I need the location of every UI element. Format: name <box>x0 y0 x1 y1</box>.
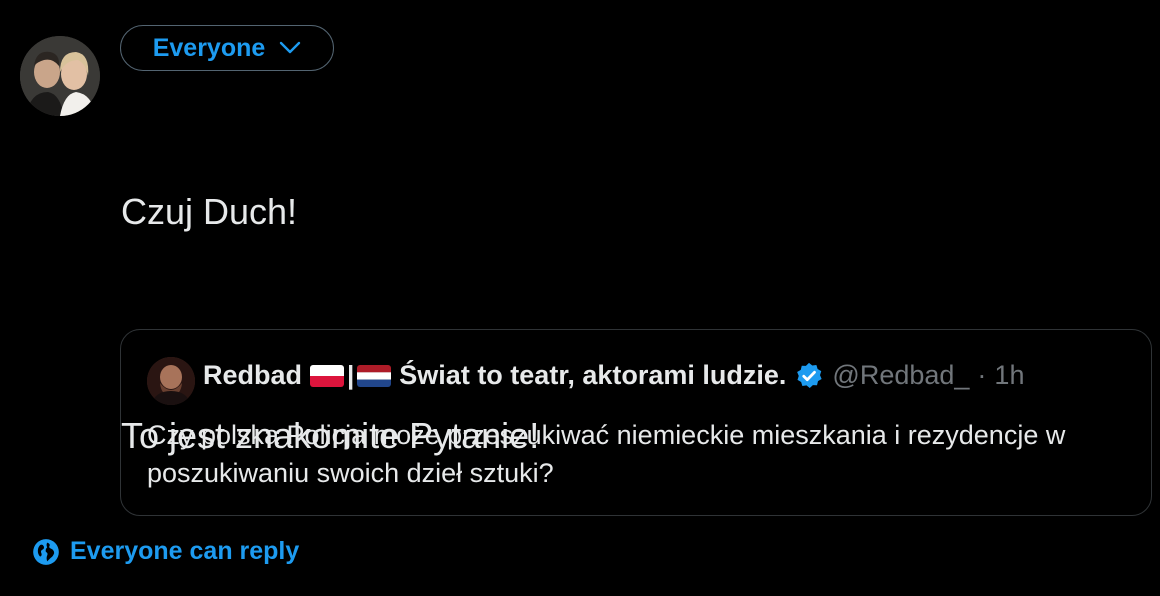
dot-separator: · <box>977 360 987 390</box>
tweet-text-line: Czuj Duch! <box>121 191 298 232</box>
audience-selector-button[interactable]: Everyone <box>120 25 334 71</box>
quoted-tweet-header: Redbad | Świat to teatr, aktorami ludzie… <box>203 360 1131 391</box>
verified-badge-icon <box>797 362 823 388</box>
quoted-tweet-body: Czy polska Policja może przeszukiwać nie… <box>147 420 1066 488</box>
audience-label: Everyone <box>152 33 266 62</box>
quoted-author-tagline: Świat to teatr, aktorami ludzie. <box>399 360 787 390</box>
quoted-tweet-time: 1h <box>994 360 1025 390</box>
quoted-author-avatar <box>147 357 195 405</box>
reply-settings-label: Everyone can reply <box>70 537 300 565</box>
user-avatar-image <box>20 36 100 116</box>
quoted-tweet-card[interactable]: Redbad | Świat to teatr, aktorami ludzie… <box>120 329 1152 516</box>
reply-settings-button[interactable]: Everyone can reply <box>32 537 299 566</box>
author-flags: | <box>310 360 392 391</box>
quoted-author-name: Redbad <box>203 360 303 390</box>
poland-flag-icon <box>310 364 345 387</box>
user-avatar[interactable] <box>20 36 100 116</box>
netherlands-flag-icon <box>357 364 392 387</box>
flag-separator: | <box>347 360 355 390</box>
quoted-author-handle: @Redbad_ <box>832 360 970 390</box>
globe-icon <box>33 538 59 565</box>
chevron-down-icon <box>280 41 301 54</box>
quoted-author-avatar-image <box>147 357 195 405</box>
